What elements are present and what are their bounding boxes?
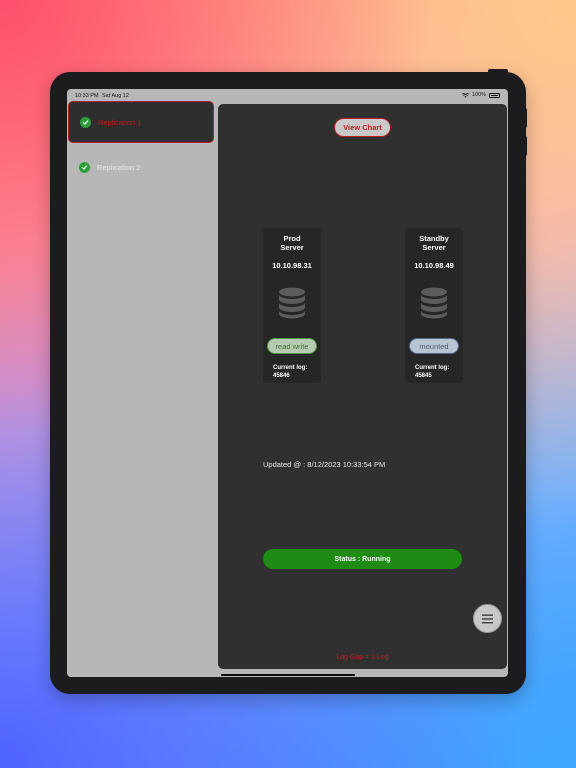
view-chart-button[interactable]: View Chart	[334, 118, 391, 137]
menu-icon	[482, 614, 493, 623]
replication-detail-panel: View Chart Prod Server 10.10.98.31 read …	[218, 104, 507, 669]
server-name: Prod Server	[280, 234, 304, 252]
updated-timestamp: Updated @ : 8/12/2023 10:33:54 PM	[263, 460, 386, 469]
sidebar-item-label: Replication 1	[98, 117, 142, 127]
app-screen: 10:33 PM Sat Aug 12 100% Replication 1 R…	[67, 89, 508, 677]
server-ip: 10.10.98.49	[414, 261, 454, 270]
status-running-bar: Status : Running	[263, 549, 462, 569]
battery-icon	[489, 92, 500, 98]
status-indicators: 100%	[461, 92, 500, 98]
wifi-icon	[461, 92, 469, 98]
battery-percent: 100%	[471, 92, 486, 98]
current-log: Current log: 45846	[273, 364, 307, 380]
server-mode-badge: read write	[267, 338, 317, 354]
status-date: Sat Aug 12	[102, 93, 129, 99]
server-name: Standby Server	[419, 234, 449, 252]
checkmark-icon	[79, 161, 90, 173]
current-log-value: 45846	[273, 373, 290, 379]
database-icon	[421, 287, 447, 319]
current-log-label: Current log:	[273, 365, 308, 371]
checkmark-icon	[80, 116, 91, 128]
home-indicator	[221, 674, 355, 676]
status-time: 10:33 PM	[75, 93, 99, 99]
database-icon	[279, 287, 305, 319]
sidebar-item-label: Replication 2	[97, 162, 141, 172]
sidebar-item-replication-2[interactable]: Replication 2	[68, 146, 214, 188]
current-log-value: 45845	[415, 373, 432, 379]
current-log-label: Current log:	[415, 365, 450, 371]
sidebar-item-replication-1[interactable]: Replication 1	[68, 101, 214, 143]
prod-server-card: Prod Server 10.10.98.31 read write Curre…	[263, 228, 321, 383]
server-mode-badge: mounted	[409, 338, 459, 354]
standby-server-card: Standby Server 10.10.98.49 mounted Curre…	[405, 228, 463, 383]
menu-button[interactable]	[473, 604, 502, 633]
sidebar: Replication 1 Replication 2	[67, 101, 215, 677]
log-gap-text: Log Gap = 1 Log	[336, 654, 389, 661]
server-ip: 10.10.98.31	[272, 261, 312, 270]
current-log: Current log: 45845	[415, 364, 449, 380]
